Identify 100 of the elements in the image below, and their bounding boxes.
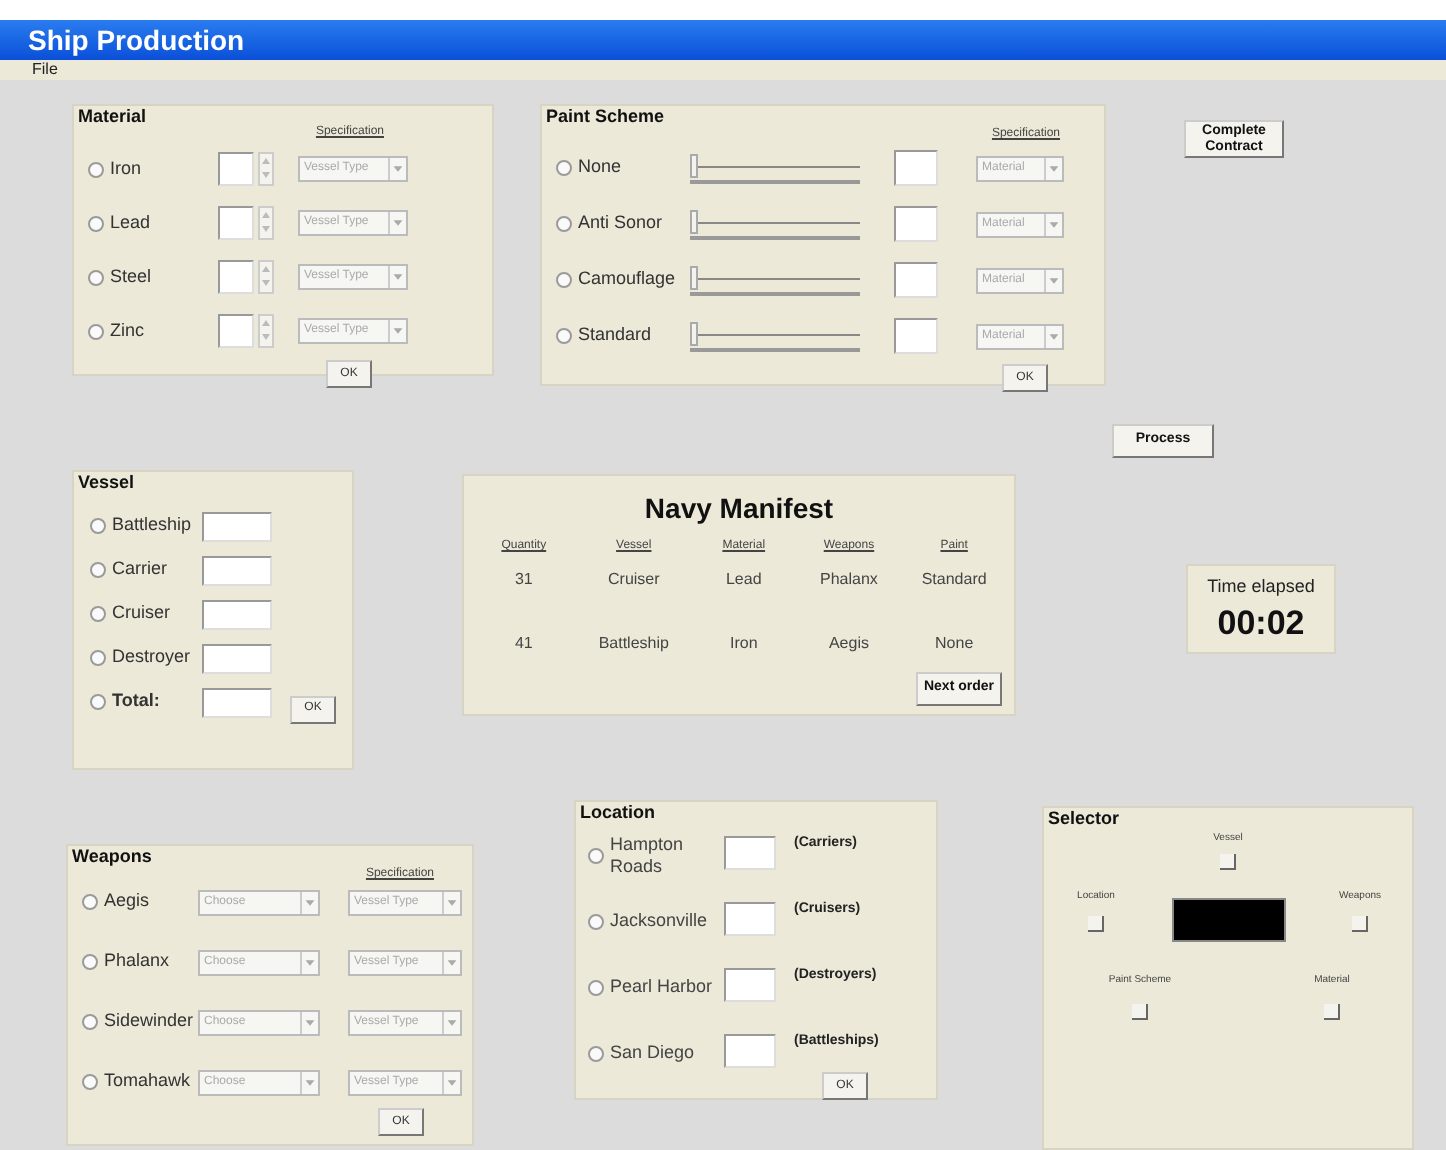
text-input[interactable] (202, 643, 272, 673)
slider-thumb[interactable] (690, 266, 698, 290)
table-cell-text: Lead (723, 568, 764, 592)
up-arrow-icon (260, 208, 272, 222)
down-arrow-icon (260, 222, 272, 236)
text-input[interactable] (218, 206, 254, 240)
panel-title: Location (580, 804, 657, 822)
radio-button[interactable] (88, 269, 104, 285)
radio-button[interactable] (588, 913, 604, 929)
timer-label: Time elapsed (1207, 574, 1315, 601)
dropdown-arrow-icon (442, 891, 460, 913)
option-label: Battleship (112, 512, 192, 539)
radio-button[interactable] (588, 1045, 604, 1061)
text-input[interactable] (724, 836, 776, 870)
text-input[interactable] (202, 687, 272, 717)
option-label: Anti Sonor (578, 210, 663, 237)
option-label: San Diego (610, 1042, 697, 1064)
radio-button[interactable] (88, 161, 104, 177)
table-cell-text: Phalanx (818, 568, 880, 592)
text-input[interactable] (724, 1034, 776, 1068)
text-input[interactable] (218, 260, 254, 294)
selector-button[interactable] (1220, 853, 1236, 869)
option-label: Aegis (104, 888, 150, 915)
slider[interactable] (690, 320, 860, 352)
radio-button[interactable] (556, 160, 572, 176)
slider-thumb[interactable] (690, 154, 698, 178)
option-label: Sidewinder (104, 1008, 194, 1035)
text-input[interactable] (202, 555, 272, 585)
timer-value: 00:02 (1217, 601, 1305, 644)
table-cell-text: Cruiser (606, 568, 662, 592)
selector-button[interactable] (1324, 1004, 1340, 1020)
dropdown-arrow-icon (1044, 269, 1062, 291)
dropdown-arrow-icon (388, 320, 406, 342)
radio-button[interactable] (588, 847, 604, 863)
radio-button[interactable] (556, 328, 572, 344)
table-cell-text: Aegis (826, 632, 871, 656)
dropdown-arrow-icon (1044, 213, 1062, 235)
slider-thumb[interactable] (690, 210, 698, 234)
radio-button[interactable] (82, 894, 98, 910)
selector-button[interactable] (1088, 916, 1104, 933)
radio-button[interactable] (82, 1014, 98, 1030)
dropdown-arrow-icon (300, 891, 318, 913)
text-input[interactable] (218, 314, 254, 348)
option-label: Steel (110, 263, 152, 290)
radio-button[interactable] (90, 606, 106, 622)
option-label: Carrier (112, 556, 168, 583)
radio-button[interactable] (90, 694, 106, 710)
text-input[interactable] (894, 206, 938, 242)
slider-thumb[interactable] (690, 322, 698, 346)
radio-button[interactable] (556, 272, 572, 288)
spinner[interactable] (258, 314, 274, 348)
text-input[interactable] (218, 152, 254, 186)
option-label: Cruiser (112, 600, 171, 627)
option-label: Iron (110, 155, 142, 182)
spinner[interactable] (258, 260, 274, 294)
slider[interactable] (690, 152, 860, 184)
option-label: Pearl Harbor (610, 976, 715, 998)
text-input[interactable] (724, 968, 776, 1002)
spinner[interactable] (258, 206, 274, 240)
dropdown-arrow-icon (300, 1011, 318, 1033)
menu-item[interactable]: File (32, 62, 58, 78)
text-input[interactable] (202, 599, 272, 629)
down-arrow-icon (260, 330, 272, 344)
panel-title: Material (78, 108, 149, 126)
radio-button[interactable] (82, 1074, 98, 1090)
table-cell-text: 31 (512, 568, 535, 592)
table-cell-text: Standard (919, 568, 989, 592)
radio-button[interactable] (588, 979, 604, 995)
radio-button[interactable] (82, 954, 98, 970)
radio-button[interactable] (556, 216, 572, 232)
table-cell-text: Iron (727, 632, 760, 656)
radio-button[interactable] (90, 650, 106, 666)
up-arrow-icon (260, 316, 272, 330)
selector-button[interactable] (1352, 916, 1368, 933)
option-label: Zinc (110, 317, 145, 344)
slider[interactable] (690, 208, 860, 240)
option-label: Camouflage (578, 266, 676, 293)
dropdown-arrow-icon (442, 951, 460, 973)
radio-button[interactable] (90, 518, 106, 534)
selector-button[interactable] (1132, 1004, 1148, 1020)
dropdown-arrow-icon (442, 1071, 460, 1093)
text-input[interactable] (724, 902, 776, 936)
slider[interactable] (690, 264, 860, 296)
text-input[interactable] (894, 262, 938, 298)
dropdown-arrow-icon (442, 1011, 460, 1033)
down-arrow-icon (260, 276, 272, 290)
spinner[interactable] (258, 152, 274, 186)
text-input[interactable] (202, 511, 272, 541)
radio-button[interactable] (88, 323, 104, 339)
text-input[interactable] (894, 150, 938, 186)
down-arrow-icon (260, 168, 272, 182)
dropdown-arrow-icon (300, 1071, 318, 1093)
text-input[interactable] (894, 318, 938, 354)
radio-button[interactable] (88, 215, 104, 231)
option-label: Destroyer (112, 644, 191, 671)
radio-button[interactable] (90, 562, 106, 578)
table-cell-text: 41 (512, 632, 535, 656)
panel-title: Weapons (72, 848, 154, 866)
option-label: Standard (578, 322, 652, 349)
option-label: Total: (112, 688, 160, 715)
